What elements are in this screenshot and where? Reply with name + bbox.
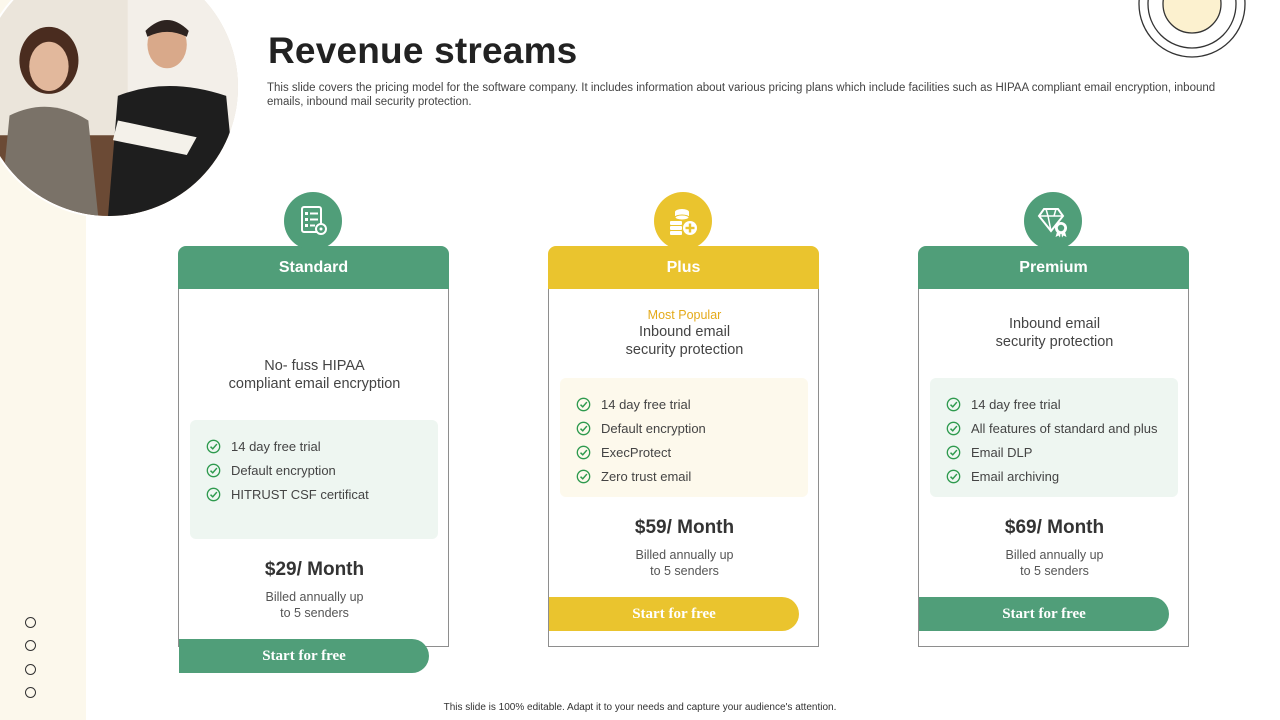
check-circle-icon <box>946 397 961 411</box>
plan-name: Premium <box>918 246 1189 289</box>
feature-label: Default encryption <box>601 420 706 436</box>
plan-billing: Billed annually up to 5 senders <box>919 547 1190 579</box>
plan-billing-line: Billed annually up <box>265 590 364 604</box>
plan-name: Plus <box>548 246 819 289</box>
plan-card-body: Inbound email security protection 14 day… <box>918 288 1189 647</box>
feature-item: Default encryption <box>206 458 438 482</box>
checklist-gear-icon <box>301 206 327 235</box>
plan-subtitle-line: Inbound email <box>638 324 731 340</box>
plan-billing: Billed annually up to 5 senders <box>179 589 450 621</box>
plan-subtitle-line: compliant email encryption <box>228 376 401 392</box>
dot-decoration <box>25 686 36 698</box>
feature-item: Email archiving <box>946 464 1178 488</box>
plan-subtitle-line: No- fuss HIPAA <box>264 358 365 374</box>
feature-label: 14 day free trial <box>971 396 1061 412</box>
start-for-free-button[interactable]: Start for free <box>549 597 799 631</box>
plan-icon <box>654 192 712 250</box>
plan-subtitle: Inbound email security protection <box>569 323 800 359</box>
page-title: Revenue streams <box>268 30 578 71</box>
check-circle-icon <box>206 463 221 477</box>
plan-billing-line: to 5 senders <box>280 606 349 620</box>
feature-item: 14 day free trial <box>576 392 808 416</box>
plan-billing-line: Billed annually up <box>635 548 734 562</box>
page-description: This slide covers the pricing model for … <box>267 82 1216 108</box>
most-popular-badge: Most Popular <box>647 308 722 322</box>
plan-billing: Billed annually up to 5 senders <box>549 547 820 579</box>
check-circle-icon <box>946 445 961 459</box>
check-circle-icon <box>576 445 591 459</box>
feature-label: Default encryption <box>231 462 336 478</box>
plan-name: Standard <box>178 246 449 289</box>
feature-item: HITRUST CSF certificat <box>206 482 438 506</box>
slide-dots <box>25 617 36 710</box>
plan-subtitle-line: security protection <box>625 342 744 358</box>
plan-subtitle-line: security protection <box>995 334 1114 350</box>
feature-label: All features of standard and plus <box>971 420 1158 436</box>
check-circle-icon <box>206 487 221 501</box>
plan-billing-line: to 5 senders <box>650 564 719 578</box>
dot-decoration <box>25 663 36 675</box>
dot-decoration <box>25 640 36 652</box>
plan-card-body: No- fuss HIPAA compliant email encryptio… <box>178 288 450 673</box>
plan-billing-line: Billed annually up <box>1005 548 1104 562</box>
feature-item: Email DLP <box>946 440 1178 464</box>
feature-label: 14 day free trial <box>601 396 691 412</box>
check-circle-icon <box>946 421 961 435</box>
footer-note: This slide is 100% editable. Adapt it to… <box>443 702 837 713</box>
feature-item: 14 day free trial <box>206 434 438 458</box>
feature-item: All features of standard and plus <box>946 416 1178 440</box>
diamond-award-icon <box>1037 208 1067 238</box>
decorative-circles <box>1138 0 1246 58</box>
coins-plus-icon <box>670 209 697 235</box>
plan-card-premium: Inbound email security protection 14 day… <box>918 192 1189 647</box>
plan-icon <box>284 192 342 250</box>
plan-card-standard: No- fuss HIPAA compliant email encryptio… <box>178 192 450 673</box>
feature-item: ExecProtect <box>576 440 808 464</box>
check-circle-icon <box>576 469 591 483</box>
check-circle-icon <box>576 421 591 435</box>
dot-decoration <box>25 617 36 628</box>
feature-item: Zero trust email <box>576 464 808 488</box>
feature-label: Email archiving <box>971 468 1060 484</box>
feature-list: 14 day free trial Default encryption HIT… <box>190 420 438 539</box>
feature-item: 14 day free trial <box>946 392 1178 416</box>
check-circle-icon <box>206 439 221 453</box>
plan-card-plus: Most Popular Inbound email security prot… <box>548 192 819 647</box>
plan-subtitle: No- fuss HIPAA compliant email encryptio… <box>199 357 430 393</box>
business-meeting-photo <box>0 0 240 218</box>
feature-item: Default encryption <box>576 416 808 440</box>
feature-list: 14 day free trial Default encryption Exe… <box>560 378 808 497</box>
feature-label: HITRUST CSF certificat <box>231 486 369 502</box>
plan-price: $69/ Month <box>1004 517 1105 538</box>
plan-billing-line: to 5 senders <box>1020 564 1089 578</box>
start-for-free-button[interactable]: Start for free <box>919 597 1169 631</box>
feature-label: Zero trust email <box>601 468 692 484</box>
feature-label: 14 day free trial <box>231 438 321 454</box>
plan-price: $29/ Month <box>264 559 365 580</box>
plan-subtitle-line: Inbound email <box>1008 316 1101 332</box>
plan-card-body: Most Popular Inbound email security prot… <box>548 288 819 647</box>
check-circle-icon <box>946 469 961 483</box>
feature-list: 14 day free trial All features of standa… <box>930 378 1178 497</box>
feature-label: ExecProtect <box>601 444 672 460</box>
check-circle-icon <box>576 397 591 411</box>
plan-icon <box>1024 192 1082 250</box>
start-for-free-button[interactable]: Start for free <box>179 639 429 673</box>
plan-subtitle: Inbound email security protection <box>939 315 1170 351</box>
plan-price: $59/ Month <box>634 517 735 538</box>
feature-label: Email DLP <box>971 444 1033 460</box>
